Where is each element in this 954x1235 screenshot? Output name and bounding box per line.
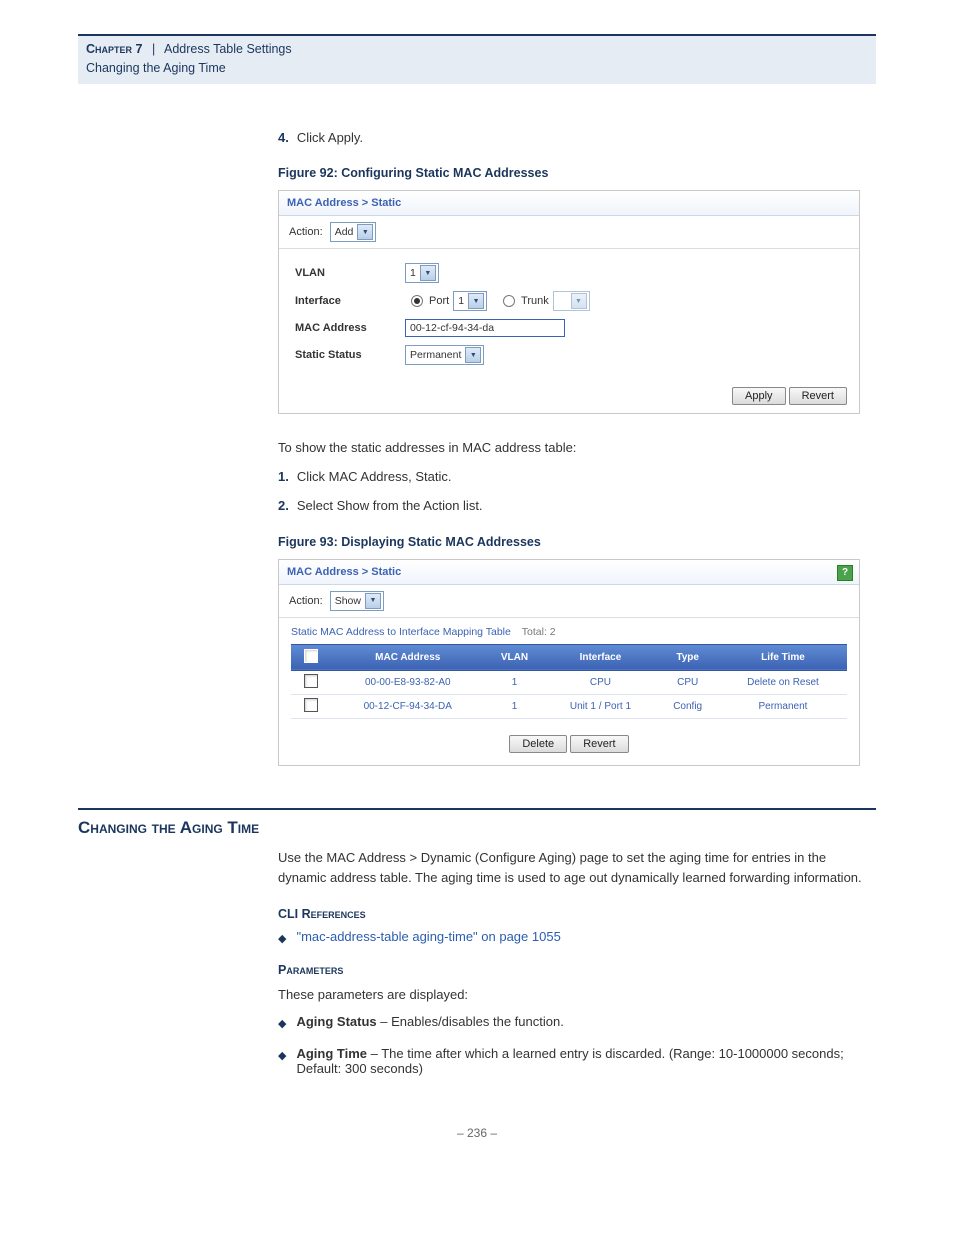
page-header: Chapter 7 | Address Table Settings Chang… (78, 34, 876, 84)
port-radio[interactable] (411, 295, 423, 307)
section-heading: Changing the Aging Time (78, 808, 876, 838)
intro-show-text: To show the static addresses in MAC addr… (278, 438, 876, 459)
vlan-select[interactable]: 1 ▼ (405, 263, 439, 283)
cli-reference-link[interactable]: "mac-address-table aging-time" on page 1… (296, 929, 560, 944)
apply-button[interactable]: Apply (732, 387, 786, 405)
figure-93-panel: MAC Address > Static ? Action: Show ▼ St… (278, 559, 860, 766)
figure-93-caption: Figure 93: Displaying Static MAC Address… (278, 535, 876, 549)
panel-title: MAC Address > Static (287, 566, 401, 578)
step-number: 1. (278, 469, 289, 484)
port-label: Port (429, 295, 449, 307)
trunk-radio[interactable] (503, 295, 515, 307)
step-number: 2. (278, 498, 289, 513)
table-caption: Static MAC Address to Interface Mapping … (291, 626, 511, 638)
help-icon[interactable]: ? (837, 565, 853, 581)
page-number: – 236 – (78, 1126, 876, 1140)
status-label: Static Status (295, 349, 405, 361)
col-type: Type (656, 644, 719, 670)
parameters-intro: These parameters are displayed: (278, 985, 876, 1006)
status-select[interactable]: Permanent ▼ (405, 345, 484, 365)
chevron-down-icon: ▼ (420, 265, 436, 281)
step-1: 1.Click MAC Address, Static. (278, 467, 876, 488)
chevron-down-icon: ▼ (357, 224, 373, 240)
step-4: 4.Click Apply. (278, 128, 876, 149)
step-number: 4. (278, 130, 289, 145)
chevron-down-icon: ▼ (468, 293, 484, 309)
revert-button[interactable]: Revert (789, 387, 847, 405)
table-row: 00-00-E8-93-82-A0 1 CPU CPU Delete on Re… (291, 670, 847, 694)
action-label: Action: (289, 595, 323, 607)
port-select[interactable]: 1 ▼ (453, 291, 487, 311)
table-row: 00-12-CF-94-34-DA 1 Unit 1 / Port 1 Conf… (291, 694, 847, 718)
action-select[interactable]: Add ▼ (330, 222, 377, 242)
col-vlan: VLAN (485, 644, 545, 670)
chapter-label: Chapter 7 (86, 42, 142, 56)
row-checkbox[interactable] (304, 674, 318, 688)
section-intro: Use the MAC Address > Dynamic (Configure… (278, 848, 876, 890)
col-interface: Interface (545, 644, 657, 670)
figure-92-caption: Figure 92: Configuring Static MAC Addres… (278, 166, 876, 180)
revert-button[interactable]: Revert (570, 735, 628, 753)
panel-title: MAC Address > Static (279, 191, 859, 216)
col-lifetime: Life Time (719, 644, 847, 670)
trunk-label: Trunk (521, 295, 549, 307)
cli-references-heading: CLI References (278, 907, 876, 921)
vlan-label: VLAN (295, 267, 405, 279)
row-checkbox[interactable] (304, 698, 318, 712)
select-all-checkbox[interactable] (304, 649, 318, 663)
param-aging-status-label: Aging Status (296, 1014, 376, 1029)
bullet-icon: ◆ (278, 1049, 286, 1062)
trunk-select[interactable]: ▼ (553, 291, 590, 311)
parameters-heading: Parameters (278, 963, 876, 977)
bullet-icon: ◆ (278, 932, 286, 945)
col-mac: MAC Address (331, 644, 485, 670)
mac-input[interactable]: 00-12-cf-94-34-da (405, 319, 565, 337)
chevron-down-icon: ▼ (365, 593, 381, 609)
action-select[interactable]: Show ▼ (330, 591, 384, 611)
interface-label: Interface (295, 295, 405, 307)
section-subtitle: Changing the Aging Time (86, 61, 226, 75)
bullet-icon: ◆ (278, 1017, 286, 1030)
chevron-down-icon: ▼ (465, 347, 481, 363)
mac-table: MAC Address VLAN Interface Type Life Tim… (291, 644, 847, 719)
step-2: 2.Select Show from the Action list. (278, 496, 876, 517)
figure-92-panel: MAC Address > Static Action: Add ▼ VLAN … (278, 190, 860, 414)
chevron-down-icon: ▼ (571, 293, 587, 309)
mac-label: MAC Address (295, 322, 405, 334)
table-total: Total: 2 (522, 626, 556, 638)
action-label: Action: (289, 226, 323, 238)
param-aging-time-label: Aging Time (296, 1046, 367, 1061)
delete-button[interactable]: Delete (509, 735, 567, 753)
chapter-title: Address Table Settings (164, 42, 292, 56)
